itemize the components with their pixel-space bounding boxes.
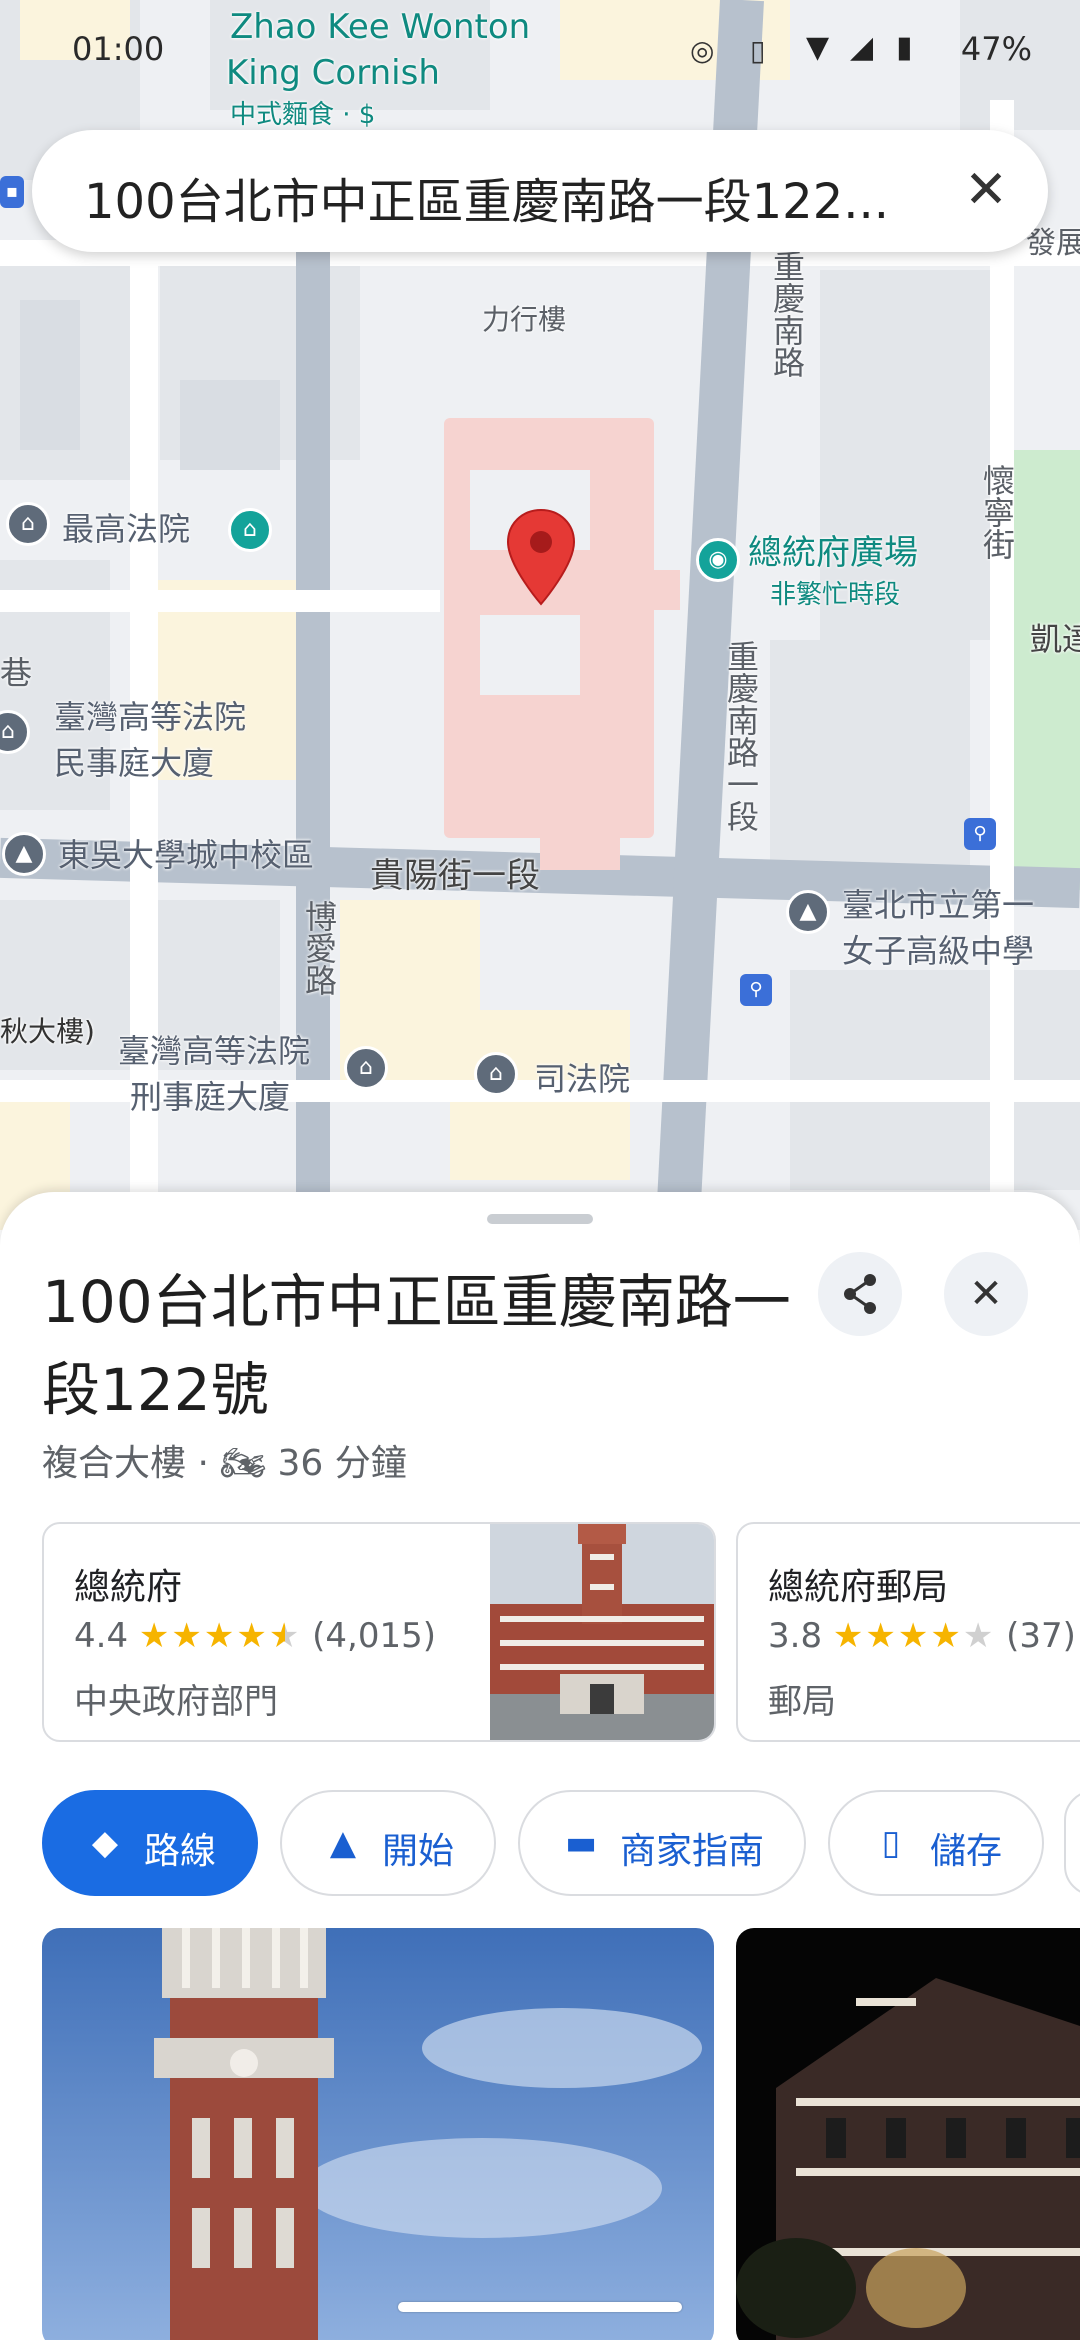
start-button[interactable]: ▲ 開始 <box>280 1790 496 1896</box>
rating-value: 3.8 <box>768 1616 823 1656</box>
save-label: 儲存 <box>930 1831 1003 1872</box>
share-icon <box>844 1274 876 1314</box>
courthouse-icon[interactable]: ⌂ <box>6 502 50 546</box>
rating-value: 4.4 <box>74 1616 129 1656</box>
bus-stop-icon[interactable]: ▪ <box>0 176 24 208</box>
bike-share-icon[interactable]: ⚲ <box>740 974 772 1006</box>
nearby-card[interactable]: 總統府郵局 3.8 ★★★★★ (37) 郵局 <box>736 1522 1080 1742</box>
search-query[interactable]: 100台北市中正區重慶南路一段122... <box>84 162 964 232</box>
battery-icon: ▮ <box>896 30 913 65</box>
map-street-huaining: 懷寧街 <box>978 464 1016 560</box>
map-block <box>770 640 970 870</box>
camera-icon[interactable]: ◉ <box>696 538 740 582</box>
location-pin-icon[interactable] <box>506 508 576 608</box>
nearby-name: 總統府郵局 <box>768 1567 949 1608</box>
more-actions-chip[interactable] <box>1064 1790 1080 1896</box>
share-button[interactable] <box>818 1252 902 1336</box>
place-subtitle: 複合大樓 · 🏍 36 分鐘 <box>42 1434 407 1486</box>
map-place-first-girls-2[interactable]: 女子高級中學 <box>842 930 1034 972</box>
map-place-civil-court-2[interactable]: 民事庭大廈 <box>54 742 214 784</box>
star-rating-icon: ★★★★★ <box>138 1616 302 1656</box>
map-street-chongqing: 重慶南路一段 <box>722 640 760 832</box>
map-place-plaza-sub: 非繁忙時段 <box>770 580 901 610</box>
review-count: (37) <box>1006 1616 1076 1656</box>
start-label: 開始 <box>382 1831 455 1872</box>
map-place-judicial-yuan[interactable]: 司法院 <box>534 1058 630 1100</box>
building-wing <box>540 780 620 870</box>
school-icon[interactable]: ▲ <box>786 890 830 934</box>
building-photo <box>490 1524 714 1740</box>
map-road <box>990 100 1014 1230</box>
courthouse-icon[interactable]: ⌂ <box>344 1046 388 1090</box>
navigation-arrow-icon: ▲ <box>329 1823 357 1863</box>
close-icon: ✕ <box>969 1271 1003 1317</box>
map-place-first-girls[interactable]: 臺北市立第一 <box>842 884 1034 926</box>
nearby-category: 中央政府部門 <box>74 1682 278 1722</box>
place-photo[interactable] <box>736 1928 1080 2340</box>
store-icon: ▬ <box>564 1823 598 1863</box>
battery-percent: 47% <box>960 30 1032 68</box>
map-place-civil-court[interactable]: 臺灣高等法院 <box>54 696 246 738</box>
directory-label: 商家指南 <box>620 1831 765 1872</box>
nearby-category: 郵局 <box>768 1682 836 1722</box>
signal-icon: ◢ <box>850 30 874 65</box>
map-block <box>180 380 280 470</box>
route-button[interactable]: ◆ 路線 <box>42 1790 258 1896</box>
close-icon[interactable]: ✕ <box>954 158 1018 222</box>
map-label-partial-right: 凱達 <box>1030 620 1080 658</box>
museum-icon[interactable]: ⌂ <box>228 508 272 552</box>
status-time: 01:00 <box>72 30 165 68</box>
place-photo[interactable] <box>42 1928 714 2340</box>
location-status-icon: ◎ <box>690 34 715 67</box>
drag-handle[interactable] <box>487 1214 593 1224</box>
home-indicator[interactable] <box>398 2302 682 2312</box>
bike-share-icon[interactable]: ⚲ <box>964 818 996 850</box>
map-place-criminal-court-2[interactable]: 刑事庭大廈 <box>130 1076 290 1118</box>
map-place-criminal-court[interactable]: 臺灣高等法院 <box>118 1030 310 1072</box>
place-type: 複合大樓 <box>42 1443 187 1484</box>
map-street-chongqing-top: 重慶南路 <box>768 250 806 378</box>
map-street-guiyang: 貴陽街一段 <box>370 856 540 896</box>
star-rating-icon: ★★★★★ <box>832 1616 996 1656</box>
building-wing <box>640 570 680 610</box>
courthouse-icon[interactable]: ⌂ <box>474 1052 518 1096</box>
vibrate-icon: ▯ <box>750 34 766 67</box>
map-place-soochow[interactable]: 東吳大學城中校區 <box>58 834 314 876</box>
map-street-boai: 博愛路 <box>300 900 338 996</box>
nearby-name: 總統府 <box>74 1567 183 1608</box>
map-block <box>20 300 80 450</box>
directory-button[interactable]: ▬ 商家指南 <box>518 1790 806 1896</box>
nearby-rating-row: 3.8 ★★★★★ (37) <box>768 1616 1076 1656</box>
bookmark-icon: ▯ <box>881 1823 901 1863</box>
courtyard <box>480 615 580 695</box>
map-road <box>0 590 440 612</box>
nearby-card[interactable]: 總統府 4.4 ★★★★★ (4,015) 中央政府部門 <box>42 1522 716 1742</box>
place-title: 100台北市中正區重慶南路一段122號 <box>42 1268 791 1424</box>
save-button[interactable]: ▯ 儲存 <box>828 1790 1044 1896</box>
nearby-rating-row: 4.4 ★★★★★ (4,015) <box>74 1616 436 1656</box>
place-sheet[interactable]: 100台北市中正區重慶南路一段122號 ✕ 複合大樓 · 🏍 36 分鐘 總統府… <box>0 1192 1080 2340</box>
travel-time: 36 分鐘 <box>277 1443 407 1484</box>
route-label: 路線 <box>144 1831 217 1872</box>
map-label-lixing: 力行樓 <box>482 303 567 336</box>
motorcycle-icon: 🏍 <box>220 1443 267 1484</box>
close-button[interactable]: ✕ <box>944 1252 1028 1336</box>
map-label-lane: 巷 <box>0 654 33 692</box>
separator: · <box>197 1443 209 1484</box>
directions-icon: ◆ <box>91 1823 119 1863</box>
school-icon[interactable]: ▲ <box>2 832 46 876</box>
search-bar[interactable]: 100台北市中正區重慶南路一段122... ✕ <box>32 130 1048 252</box>
review-count: (4,015) <box>312 1616 436 1656</box>
map-place-supreme-court[interactable]: 最高法院 <box>62 508 190 550</box>
status-bar: 01:00 ◎ ▯ ▼ ◢ ▮ 47% <box>0 0 1080 100</box>
map-place-plaza[interactable]: 總統府廣場 <box>748 532 918 574</box>
map-label-partial: 秋大樓) <box>0 1015 95 1048</box>
wifi-icon: ▼ <box>806 30 830 65</box>
